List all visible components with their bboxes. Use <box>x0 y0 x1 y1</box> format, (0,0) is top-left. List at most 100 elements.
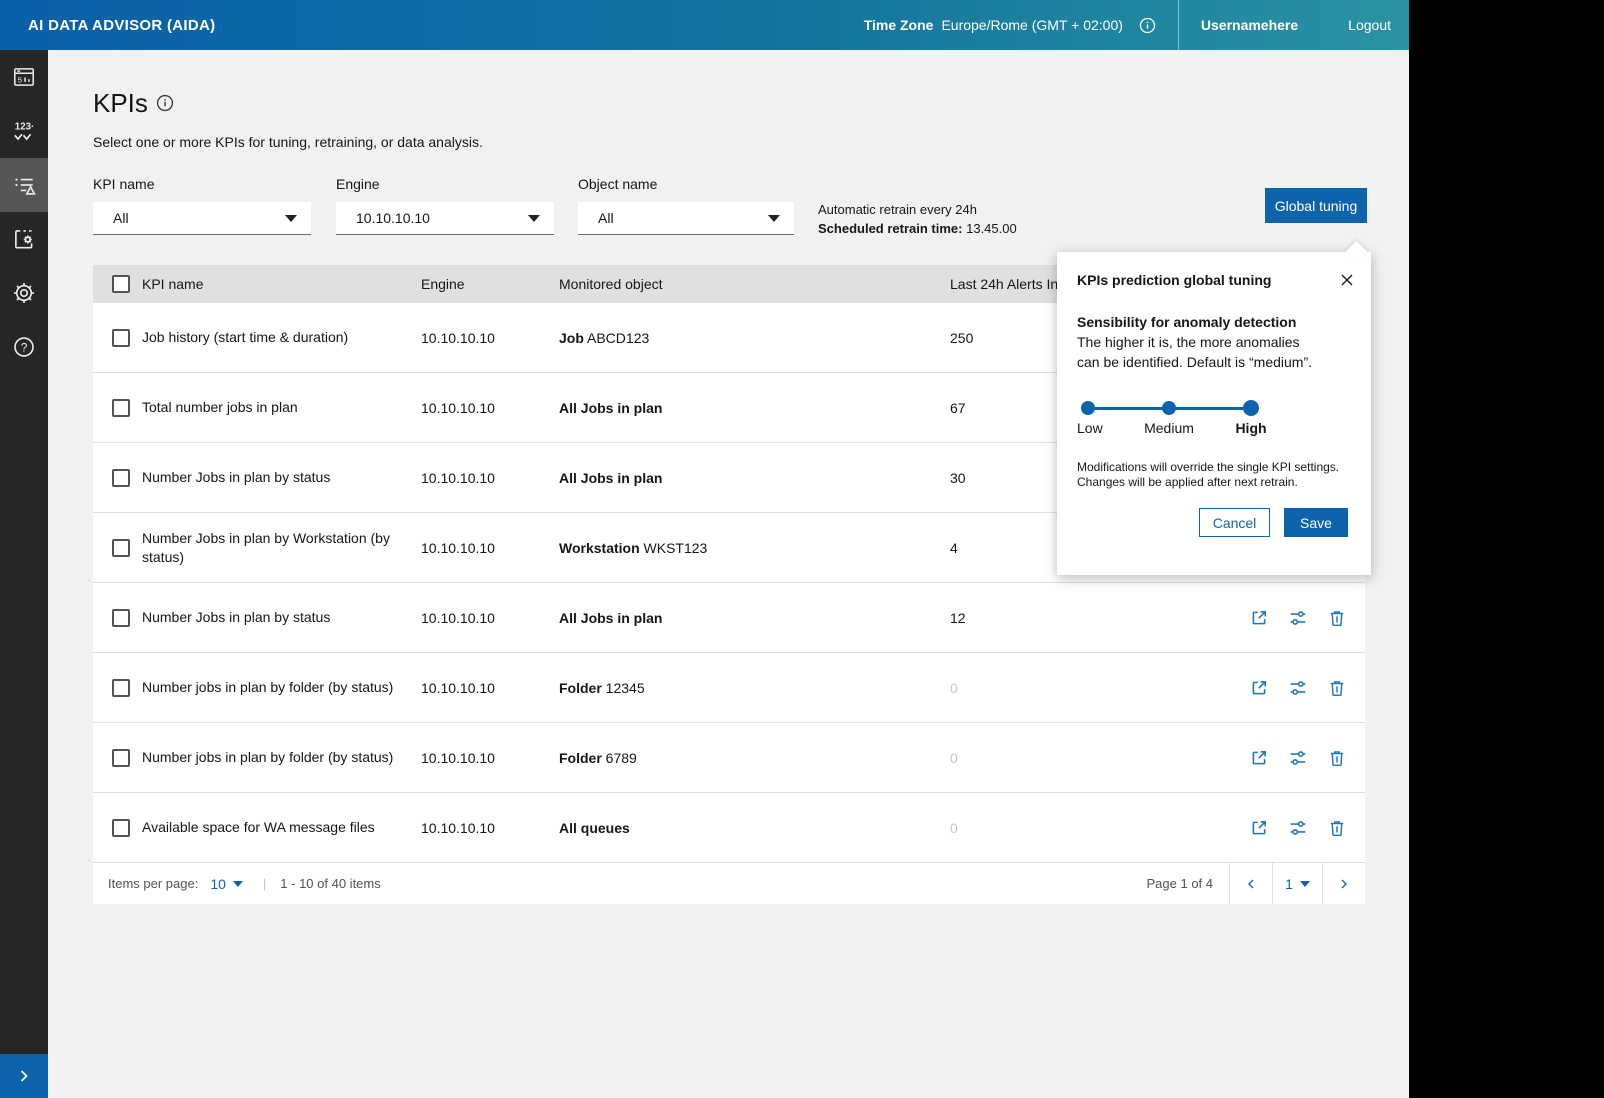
kpi-name-filter-label: KPI name <box>93 176 311 192</box>
table-row: Number jobs in plan by folder (by status… <box>93 653 1365 723</box>
row-checkbox[interactable] <box>112 539 130 557</box>
username-menu[interactable]: Usernamehere <box>1201 17 1298 33</box>
plan-settings-icon <box>11 226 37 252</box>
delete-kpi-button[interactable] <box>1328 609 1346 627</box>
trash-icon <box>1328 609 1346 627</box>
delete-kpi-button[interactable] <box>1328 749 1346 767</box>
help-icon: ? <box>11 334 37 360</box>
row-checkbox[interactable] <box>112 469 130 487</box>
sidebar-item-help[interactable]: ? <box>0 320 48 374</box>
kpi-name-cell: Total number jobs in plan <box>142 398 421 417</box>
col-header-kpi-name: KPI name <box>142 276 421 292</box>
slider-label-medium: Medium <box>1144 420 1194 436</box>
chevron-down-icon <box>768 215 780 222</box>
engine-filter-label: Engine <box>336 176 554 192</box>
page-info: Page 1 of 4 <box>1147 876 1214 891</box>
tune-kpi-button[interactable] <box>1289 749 1307 767</box>
engine-cell: 10.10.10.10 <box>421 680 559 696</box>
timezone-label: Time Zone <box>864 17 934 33</box>
slider-label-high: High <box>1235 420 1266 436</box>
engine-cell: 10.10.10.10 <box>421 610 559 626</box>
dashboard-icon: 5 <box>11 64 37 90</box>
retrain-line1: Automatic retrain every 24h <box>818 200 1017 219</box>
filter-kpi-name: KPI name All <box>93 176 311 235</box>
kpi-name-cell: Available space for WA message files <box>142 818 421 837</box>
header-divider <box>1178 0 1179 50</box>
open-kpi-button[interactable] <box>1250 609 1268 627</box>
previous-page-button[interactable] <box>1229 863 1272 904</box>
tune-kpi-button[interactable] <box>1289 609 1307 627</box>
sliders-icon <box>1289 819 1307 837</box>
sidebar-expand-button[interactable] <box>0 1054 48 1098</box>
pagination-separator: | <box>263 876 266 891</box>
logout-button[interactable]: Logout <box>1348 17 1391 33</box>
sensibility-section-title: Sensibility for anomaly detection <box>1077 314 1351 330</box>
kpi-name-cell: Number Jobs in plan by status <box>142 468 421 487</box>
sensibility-description: The higher it is, the more anomaliescan … <box>1077 332 1351 372</box>
open-kpi-button[interactable] <box>1250 749 1268 767</box>
engine-cell: 10.10.10.10 <box>421 400 559 416</box>
popover-title: KPIs prediction global tuning <box>1077 272 1351 288</box>
page-number-select[interactable]: 1 <box>1272 863 1322 904</box>
engine-select[interactable]: 10.10.10.10 <box>336 202 554 235</box>
cancel-button[interactable]: Cancel <box>1199 508 1270 537</box>
trash-icon <box>1328 749 1346 767</box>
chevron-down-icon <box>1300 881 1310 887</box>
row-checkbox[interactable] <box>112 679 130 697</box>
tune-kpi-button[interactable] <box>1289 679 1307 697</box>
tune-kpi-button[interactable] <box>1289 819 1307 837</box>
launch-icon <box>1250 679 1268 697</box>
items-per-page-select[interactable]: 10 <box>210 876 243 892</box>
next-page-button[interactable] <box>1322 863 1365 904</box>
delete-kpi-button[interactable] <box>1328 679 1346 697</box>
object-cell: All Jobs in plan <box>559 470 950 486</box>
object-cell: Folder 6789 <box>559 750 950 766</box>
select-all-checkbox[interactable] <box>112 275 130 293</box>
row-checkbox[interactable] <box>112 819 130 837</box>
svg-text:?: ? <box>21 340 28 354</box>
sliders-icon <box>1289 749 1307 767</box>
timezone-info-icon[interactable] <box>1139 17 1156 34</box>
alerts-cell: 12 <box>950 610 1132 626</box>
engine-cell: 10.10.10.10 <box>421 470 559 486</box>
filter-engine: Engine 10.10.10.10 <box>336 176 554 235</box>
app-title: AI DATA ADVISOR (AIDA) <box>0 17 215 34</box>
sidebar-item-dashboard[interactable]: 5 <box>0 50 48 104</box>
sliders-icon <box>1289 679 1307 697</box>
slider-dot-high[interactable] <box>1243 400 1259 416</box>
table-row: Available space for WA message files 10.… <box>93 793 1365 863</box>
open-kpi-button[interactable] <box>1250 679 1268 697</box>
page-info-icon[interactable] <box>156 94 174 117</box>
open-kpi-button[interactable] <box>1250 819 1268 837</box>
popover-caret <box>1346 241 1367 262</box>
row-checkbox[interactable] <box>112 609 130 627</box>
object-name-select-value: All <box>598 210 614 226</box>
slider-dot-low[interactable] <box>1081 401 1095 415</box>
close-popover-button[interactable] <box>1339 272 1355 288</box>
slider-dot-medium[interactable] <box>1162 401 1176 415</box>
sensibility-slider[interactable] <box>1077 400 1287 416</box>
sidebar-item-plan-settings[interactable] <box>0 212 48 266</box>
sidebar-item-kpi-numbers[interactable]: 123· <box>0 104 48 158</box>
row-checkbox[interactable] <box>112 749 130 767</box>
row-checkbox[interactable] <box>112 399 130 417</box>
alerts-cell: 0 <box>950 680 1132 696</box>
global-tuning-button[interactable]: Global tuning <box>1265 188 1367 223</box>
timezone-value: Europe/Rome (GMT + 02:00) <box>941 17 1122 33</box>
numbers-trend-icon: 123· <box>11 118 37 144</box>
row-checkbox[interactable] <box>112 329 130 347</box>
kpi-name-select[interactable]: All <box>93 202 311 235</box>
svg-text:5: 5 <box>18 75 22 84</box>
object-name-select[interactable]: All <box>578 202 794 235</box>
chevron-right-icon <box>14 1066 34 1086</box>
table-row: Number jobs in plan by folder (by status… <box>93 723 1365 793</box>
delete-kpi-button[interactable] <box>1328 819 1346 837</box>
sliders-icon <box>1289 609 1307 627</box>
left-sidebar: 5 123· <box>0 50 48 1098</box>
save-button[interactable]: Save <box>1284 508 1348 537</box>
sidebar-item-settings[interactable] <box>0 266 48 320</box>
retrain-info: Automatic retrain every 24h Scheduled re… <box>818 200 1017 238</box>
popover-note: Modifications will override the single K… <box>1077 460 1351 490</box>
sidebar-item-kpi-list[interactable] <box>0 158 48 212</box>
object-cell: Workstation WKST123 <box>559 540 950 556</box>
